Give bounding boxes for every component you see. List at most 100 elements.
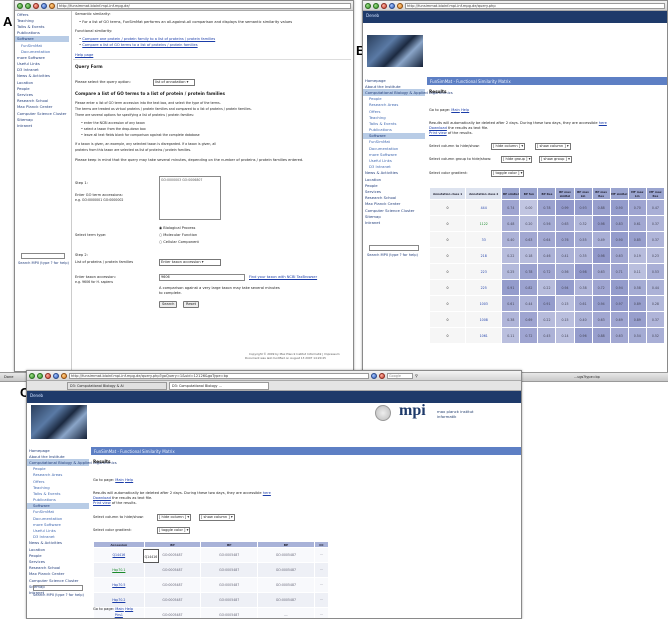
option-3-text: leave all text fields blank for comparis…: [83, 133, 200, 137]
go-term-textarea[interactable]: GO:0000003 GO:0006807: [159, 176, 221, 220]
cell-class-2[interactable]: 33: [465, 231, 503, 248]
cell-class-2[interactable]: 1003: [465, 295, 503, 312]
column-header[interactable]: BP max Lin: [573, 187, 593, 200]
column-header[interactable]: BP simRel: [501, 187, 521, 200]
stop-button-icon[interactable]: [381, 2, 387, 9]
auto-delete-text-b: Results will automatically be deleted af…: [429, 121, 598, 125]
download-link-c[interactable]: Download: [93, 496, 111, 500]
column-header[interactable]: Annotation class 1: [428, 187, 467, 200]
column-header[interactable]: BP fun: [519, 187, 539, 200]
radio-mf[interactable]: ○ Molecular Function: [159, 233, 197, 237]
help-link-c[interactable]: Help: [125, 478, 133, 482]
toggle-color-select-b[interactable]: [ toggle color ] ▾: [491, 170, 525, 177]
sidebar-item-computational-biology-applied-algorithmics[interactable]: Computational Biology & Applied Algorith…: [363, 89, 453, 96]
forward-button-icon[interactable]: [37, 372, 43, 379]
sidebar-item-computational-biology-applied-algorithmics[interactable]: Computational Biology & Applied Algorith…: [27, 459, 117, 466]
functional-link-1[interactable]: Compare one protein / protein family to …: [82, 37, 215, 41]
back-button-icon[interactable]: [29, 372, 35, 379]
accession-cell[interactable]: Hsp70.5: [93, 577, 145, 593]
sidebar-item-computer-science-cluster[interactable]: Computer Science Cluster: [15, 110, 69, 116]
accession-cell[interactable]: Q14416: [93, 547, 145, 563]
address-bar-a[interactable]: http://funsimmat.bioinf.mpi-inf.mpg.de/: [57, 2, 351, 9]
address-bar-b[interactable]: http://funsimmat.bioinf.mpi-inf.mpg.de/q…: [405, 2, 665, 9]
stop-button-icon[interactable]: [45, 372, 51, 379]
cell-class-2[interactable]: 218: [465, 247, 503, 264]
back-button-icon[interactable]: [365, 2, 371, 9]
search-mpii-input-b[interactable]: [369, 245, 419, 251]
reset-button[interactable]: Reset: [183, 301, 200, 308]
similarity-cell: 0.28: [645, 295, 666, 312]
banner-c: Deneb: [27, 391, 521, 403]
hide-column-select-b[interactable]: [ hide column ] ▾: [491, 143, 526, 150]
forward-button-icon[interactable]: [373, 2, 379, 9]
tab-c1[interactable]: D3: Computational Biology & Al: [67, 382, 167, 390]
column-header[interactable]: MF max Res: [645, 187, 666, 200]
para2a: If a taxon is given, an example, any sel…: [75, 142, 217, 146]
main-link-b[interactable]: Main: [451, 108, 460, 112]
hide-group-select-b[interactable]: [ hide group ] ▾: [501, 156, 533, 163]
go-icon[interactable]: [371, 372, 377, 379]
list-type-select[interactable]: Enter taxon accession ▾: [159, 259, 221, 266]
home-button-icon[interactable]: [49, 2, 55, 9]
search-magnifier-icon[interactable]: ⚲: [415, 373, 418, 378]
table-row: Hsp70.2 GO:0005487 GO:0005487 GO:0005487 ···: [93, 592, 330, 608]
google-search-input[interactable]: Google: [387, 372, 413, 379]
toggle-color-select-c[interactable]: [ toggle color ] ▾: [157, 527, 191, 534]
print-link-c[interactable]: Print view: [93, 501, 111, 505]
cell-class-2[interactable]: 1061: [465, 327, 503, 344]
similarity-cell: 0.40: [573, 311, 593, 328]
reload-button-icon[interactable]: [389, 2, 395, 9]
home-button-icon[interactable]: [397, 2, 403, 9]
here-link-c[interactable]: here: [263, 491, 271, 495]
accession-cell[interactable]: Hsp70.1: [93, 562, 145, 578]
main-link-c[interactable]: Main: [115, 478, 124, 482]
functional-link-2[interactable]: Compare a list of GO terms to a list of …: [82, 43, 197, 47]
column-header[interactable]: BP Res: [537, 187, 557, 200]
search-mpii-input-a[interactable]: [21, 253, 65, 259]
show-group-select-b[interactable]: [ show group ] ▾: [539, 156, 572, 163]
sidebar-item-intranet[interactable]: Intranet: [15, 122, 69, 128]
column-header[interactable]: BP max simRel: [555, 187, 575, 200]
home-button-icon[interactable]: [61, 372, 67, 379]
extension-icon[interactable]: [379, 372, 385, 379]
search-button[interactable]: Search: [159, 301, 178, 308]
tab-c2[interactable]: D3: Computational Biology ...: [169, 382, 269, 390]
help-link-b[interactable]: Help: [461, 108, 469, 112]
forward-button-icon[interactable]: [25, 2, 31, 9]
show-column-select-c[interactable]: [ show column ] ▾: [199, 514, 235, 521]
column-header[interactable]: Annotation class 2: [465, 187, 503, 200]
similarity-cell: 0.11: [501, 327, 521, 344]
sidebar-item-intranet[interactable]: Intranet: [363, 219, 425, 225]
cell-class-2[interactable]: 223: [465, 263, 503, 280]
address-bar-c[interactable]: http://funsimmat.bioinf.mpi-inf.mpg.de/q…: [69, 372, 369, 379]
column-header[interactable]: BP max Res: [591, 187, 611, 200]
taxon-input[interactable]: 9606: [159, 274, 245, 281]
column-header[interactable]: MF max Lin: [627, 187, 647, 200]
back-button-icon[interactable]: [17, 2, 23, 9]
reload-button-icon[interactable]: [41, 2, 47, 9]
query-option-select[interactable]: list of annotation ▾: [153, 79, 195, 86]
similarity-cell: 0.53: [645, 263, 666, 280]
cell-class-2[interactable]: 225: [465, 279, 503, 296]
accession-cell[interactable]: Hsp70.2: [93, 592, 145, 608]
find-taxon-link[interactable]: Find your taxon with NCBI TaxBrowser: [249, 275, 317, 279]
here-link-b[interactable]: here: [599, 121, 607, 125]
help-page-link[interactable]: Help page: [75, 53, 93, 57]
column-header[interactable]: MF simRel: [609, 187, 629, 200]
radio-cc[interactable]: ○ Cellular Component: [159, 240, 199, 244]
radio-bp[interactable]: ◉ Biological Process: [159, 226, 195, 230]
hide-column-select-c[interactable]: [ hide column ] ▾: [157, 514, 192, 521]
cell-class-2[interactable]: 444: [465, 199, 503, 216]
cell-class-2[interactable]: 1008: [465, 311, 503, 328]
show-column-select-b[interactable]: [ show column ] ▾: [535, 143, 571, 150]
search-mpii-input-c[interactable]: [33, 585, 83, 591]
print-link-b[interactable]: Print view: [429, 131, 447, 135]
download-link-b[interactable]: Download: [429, 126, 447, 130]
footer-help-link-c[interactable]: Help: [125, 607, 133, 611]
reload-button-icon[interactable]: [53, 372, 59, 379]
cell-class-2[interactable]: 1122: [465, 215, 503, 232]
footer-main-link-c[interactable]: Main: [115, 607, 124, 611]
go-term-cell: GO:0005487: [143, 607, 202, 618]
similarity-cell: 0.20: [519, 215, 539, 232]
stop-button-icon[interactable]: [33, 2, 39, 9]
